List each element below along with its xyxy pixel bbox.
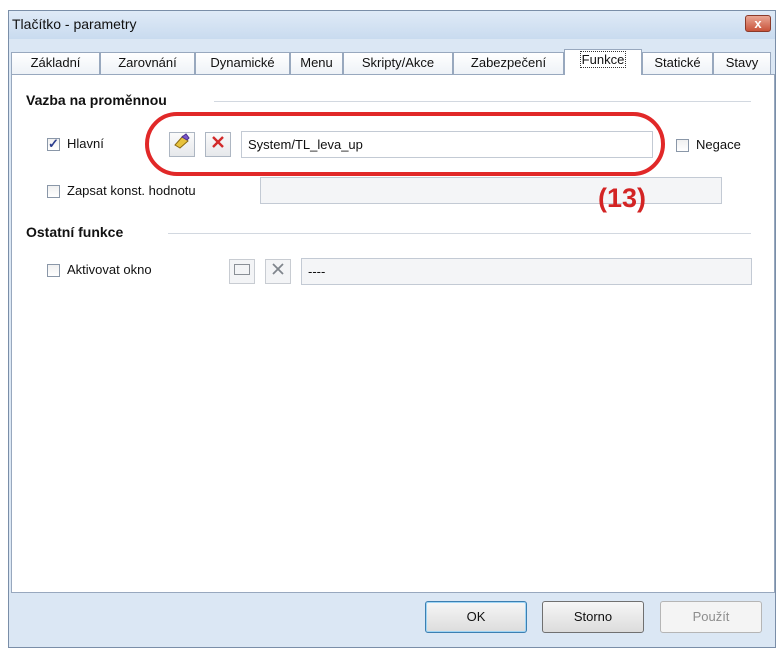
tab-zarovnani[interactable]: Zarovnání	[100, 52, 195, 74]
const-value-field[interactable]	[260, 177, 722, 204]
clear-window-button[interactable]	[265, 259, 291, 284]
other-group-title: Ostatní funkce	[26, 224, 124, 240]
activate-window-label: Aktivovat okno	[67, 262, 152, 277]
tab-stavy[interactable]: Stavy	[713, 52, 771, 74]
cancel-button[interactable]: Storno	[542, 601, 644, 633]
title-bar: Tlačítko - parametry x	[9, 11, 775, 39]
x-icon	[272, 263, 284, 275]
apply-button[interactable]: Použít	[660, 601, 762, 633]
window-select-button[interactable]	[229, 259, 255, 284]
negate-label: Negace	[696, 137, 741, 152]
ok-button[interactable]: OK	[425, 601, 527, 633]
window-title: Tlačítko - parametry	[12, 16, 137, 32]
tab-zabezpeceni[interactable]: Zabezpečení	[453, 52, 564, 74]
write-const-checkbox[interactable]	[47, 185, 60, 198]
tab-skripty-akce[interactable]: Skripty/Akce	[343, 52, 453, 74]
window-icon	[234, 264, 250, 275]
activate-window-checkbox[interactable]	[47, 264, 60, 277]
write-const-label: Zapsat konst. hodnotu	[67, 183, 196, 198]
tab-menu[interactable]: Menu	[290, 52, 343, 74]
tab-funkce[interactable]: Funkce	[564, 49, 642, 75]
other-group-divider	[168, 233, 751, 234]
tab-strip: Základní Zarovnání Dynamické Menu Skript…	[11, 49, 775, 75]
main-label: Hlavní	[67, 136, 104, 151]
tab-staticke[interactable]: Statické	[642, 52, 713, 74]
binding-group-title: Vazba na proměnnou	[26, 92, 167, 108]
tab-zakladni[interactable]: Základní	[11, 52, 100, 74]
annotation-ellipse	[145, 112, 665, 176]
close-icon: x	[754, 16, 762, 31]
close-button[interactable]: x	[745, 15, 771, 32]
tab-dynamicke[interactable]: Dynamické	[195, 52, 290, 74]
window-name-field[interactable]: ----	[301, 258, 752, 285]
annotation-label: (13)	[598, 183, 647, 213]
negate-checkbox[interactable]	[676, 139, 689, 152]
main-checkbox[interactable]	[47, 136, 60, 152]
binding-group-divider	[214, 101, 751, 102]
